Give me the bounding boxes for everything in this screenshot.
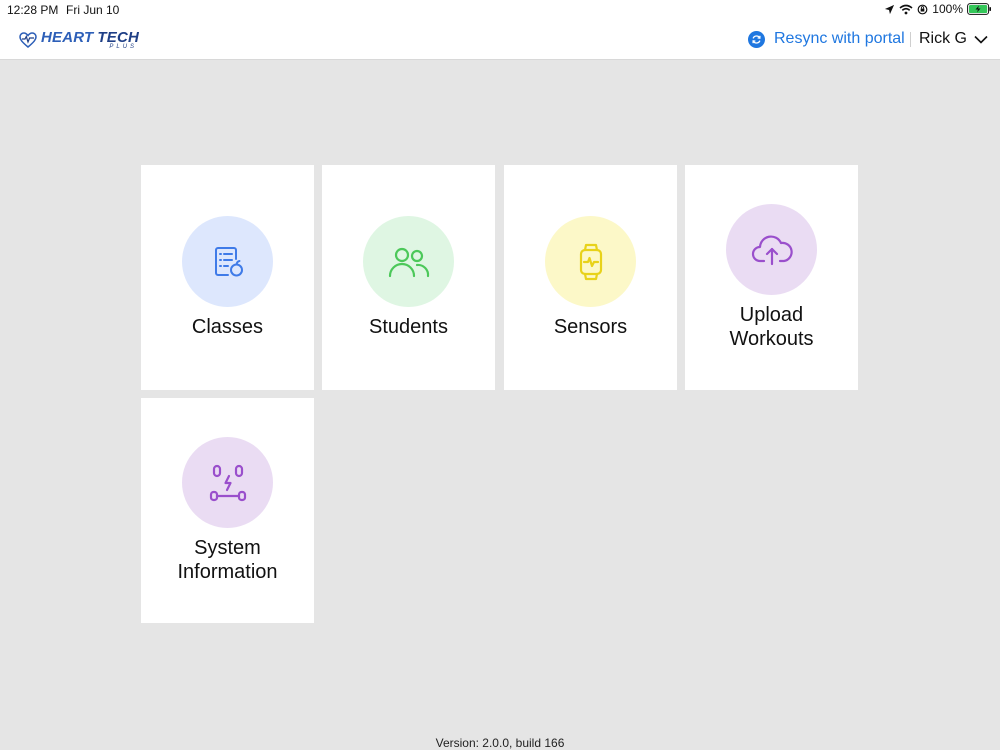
heart-tech-logo: HEART TECH PLUS <box>19 30 139 50</box>
resync-label: Resync with portal <box>774 30 905 47</box>
location-icon <box>884 4 895 15</box>
header-divider <box>910 32 911 47</box>
sync-icon <box>748 30 765 48</box>
watch-icon <box>545 216 636 307</box>
wifi-icon <box>899 4 913 15</box>
tile-upload-label-line2: Workouts <box>729 328 814 350</box>
chevron-down-icon <box>974 35 988 44</box>
classes-icon <box>182 216 273 307</box>
tile-sensors-label: Sensors <box>553 316 628 338</box>
tile-system-label-line1: System <box>194 537 261 559</box>
user-menu-button[interactable]: Rick G <box>919 30 988 48</box>
user-name: Rick G <box>919 30 967 47</box>
battery-percent: 100% <box>932 2 963 16</box>
tile-classes[interactable]: Classes <box>141 165 314 390</box>
tile-students[interactable]: Students <box>322 165 495 390</box>
logo-heart-text: HEART <box>41 29 94 46</box>
tile-upload-workouts[interactable]: Upload Workouts <box>685 165 858 390</box>
status-indicators: 100% <box>884 2 992 16</box>
orientation-lock-icon <box>917 4 928 15</box>
status-date: Fri Jun 10 <box>66 3 120 17</box>
tile-upload-label-line1: Upload <box>739 304 804 326</box>
logo-tech-text: TECH <box>97 29 140 46</box>
version-text: Version: 2.0.0, build 166 <box>435 736 565 750</box>
tile-students-label: Students <box>369 316 448 338</box>
resync-button[interactable]: Resync with portal <box>748 30 905 48</box>
tile-system-information[interactable]: System Information <box>141 398 314 623</box>
status-time: 12:28 PM <box>7 3 59 17</box>
system-info-icon <box>182 437 273 528</box>
students-icon <box>363 216 454 307</box>
tile-sensors[interactable]: Sensors <box>504 165 677 390</box>
cloud-upload-icon <box>726 204 817 295</box>
battery-charging-icon <box>967 3 992 15</box>
logo-wordmark: HEART TECH PLUS <box>41 30 139 50</box>
status-bar: 12:28 PM Fri Jun 10 100% <box>0 0 1000 20</box>
tile-system-label-line2: Information <box>177 561 278 583</box>
tile-classes-label: Classes <box>191 316 264 338</box>
app-header: HEART TECH PLUS Resync with portal Rick … <box>0 20 1000 60</box>
heart-logo-icon <box>19 32 37 48</box>
